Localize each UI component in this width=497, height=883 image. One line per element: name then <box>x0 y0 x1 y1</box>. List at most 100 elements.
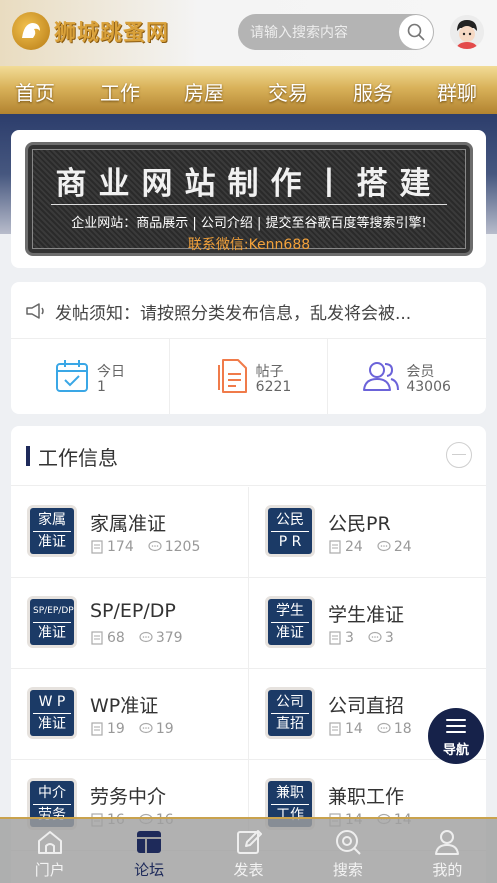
forum-item[interactable]: 公民 P R 公民PR 24 24 <box>248 487 486 578</box>
stat-members: 会员 43006 <box>328 339 486 414</box>
reply-count: 18 <box>393 721 412 737</box>
forum-name: 学生准证 <box>328 604 405 626</box>
notice-bar[interactable]: 发帖须知：请按照分类发布信息，乱发将会被... <box>25 298 476 324</box>
forum-item[interactable]: W P 准证 WP准证 19 19 <box>11 669 248 760</box>
stat-value: 43006 <box>406 379 451 395</box>
forum-meta: 3 3 <box>328 630 394 646</box>
stats-row: 今日 1 帖子 6221 会员 43006 <box>11 339 486 414</box>
top-header: 狮城跳蚤网 <box>0 0 497 66</box>
avatar-icon <box>450 15 484 49</box>
forum-badge-icon: 学生 准证 <box>265 596 315 648</box>
user-avatar[interactable] <box>450 15 484 49</box>
section-header: 工作信息 <box>11 426 486 486</box>
search-icon <box>407 23 425 41</box>
section-title: 工作信息 <box>38 446 118 470</box>
forum-meta: 24 24 <box>328 539 412 555</box>
forum-item[interactable]: 家属 准证 家属准证 174 1205 <box>11 487 248 578</box>
users-icon <box>363 362 400 391</box>
site-logo[interactable]: 狮城跳蚤网 <box>12 12 169 50</box>
forum-meta: 14 18 <box>328 721 412 737</box>
thread-count: 3 <box>345 630 354 646</box>
forum-meta: 19 19 <box>90 721 174 737</box>
main-nav: 首页 工作 房屋 交易 服务 群聊 <box>0 66 497 114</box>
thread-count-icon <box>329 631 341 645</box>
notice-card: 发帖须知：请按照分类发布信息，乱发将会被... 今日 1 帖子 6221 会员 … <box>11 282 486 414</box>
banner-subtitle: 企业网站：商品展示 | 公司介绍 | 提交至谷歌百度等搜索引擎! <box>71 216 427 231</box>
floating-nav-button[interactable]: 导航 <box>428 708 484 764</box>
banner-background: 商业网站制作丨搭建 企业网站：商品展示 | 公司介绍 | 提交至谷歌百度等搜索引… <box>32 149 466 253</box>
floating-nav-label: 导航 <box>442 743 469 758</box>
tab-portal[interactable]: 门户 <box>0 819 99 883</box>
user-icon <box>435 830 460 855</box>
stat-posts: 帖子 6221 <box>170 339 329 414</box>
reply-count: 379 <box>155 630 183 646</box>
forum-name: 劳务中介 <box>90 786 167 808</box>
nav-item-housing[interactable]: 房屋 <box>184 77 224 106</box>
thread-count-icon <box>329 540 341 554</box>
reply-count-icon <box>368 631 382 643</box>
forum-badge-icon: 公民 P R <box>265 505 315 557</box>
forum-icon-top: SP/EP/DP <box>33 606 74 616</box>
tab-forum[interactable]: 论坛 <box>99 819 198 883</box>
tab-label: 论坛 <box>134 861 165 879</box>
tab-search[interactable]: 搜索 <box>298 819 397 883</box>
forum-icon-bottom: P R <box>278 534 302 550</box>
menu-icon <box>446 719 466 737</box>
nav-item-jobs[interactable]: 工作 <box>100 77 140 106</box>
tab-label: 搜索 <box>332 861 363 879</box>
thread-count: 14 <box>345 721 363 737</box>
tab-mine[interactable]: 我的 <box>398 819 497 883</box>
forum-meta: 174 1205 <box>90 539 200 555</box>
forum-icon-top: 家属 <box>38 512 66 528</box>
thread-count-icon <box>91 631 103 645</box>
forum-name: 家属准证 <box>90 513 167 535</box>
forum-name: 公司直招 <box>328 695 405 717</box>
forum-meta: 68 379 <box>90 630 183 646</box>
nav-item-group-chat[interactable]: 群聊 <box>437 77 477 106</box>
reply-count-icon <box>148 540 162 552</box>
megaphone-icon <box>26 303 44 319</box>
reply-count: 3 <box>384 630 394 646</box>
thread-count-icon <box>91 722 103 736</box>
forum-icon <box>137 831 162 853</box>
search-icon <box>335 830 361 855</box>
site-name: 狮城跳蚤网 <box>54 20 170 46</box>
forum-icon-top: 中介 <box>38 785 66 801</box>
bottom-tab-bar: 门户 论坛 发表 搜索 我的 <box>0 817 497 883</box>
forum-section-card: 工作信息 家属 准证 家属准证 174 1205 公民 P R 公民PR 24 … <box>11 426 486 883</box>
thread-count-icon <box>329 722 341 736</box>
reply-count-icon <box>377 540 391 552</box>
forum-item[interactable]: SP/EP/DP 准证 SP/EP/DP 68 379 <box>11 578 248 669</box>
stat-today: 今日 1 <box>11 339 170 414</box>
nav-item-services[interactable]: 服务 <box>353 77 393 106</box>
ad-banner[interactable]: 商业网站制作丨搭建 企业网站：商品展示 | 公司介绍 | 提交至谷歌百度等搜索引… <box>25 142 473 256</box>
notice-text: 发帖须知：请按照分类发布信息，乱发将会被... <box>55 303 412 324</box>
forum-item[interactable]: 学生 准证 学生准证 3 3 <box>248 578 486 669</box>
forum-badge-icon: SP/EP/DP 准证 <box>27 596 77 648</box>
reply-count-icon <box>139 722 153 734</box>
forum-badge-icon: W P 准证 <box>27 687 77 739</box>
calendar-check-icon <box>56 360 88 392</box>
forum-icon-bottom: 直招 <box>276 716 304 732</box>
forum-icon-top: 公民 <box>276 512 304 528</box>
forum-icon-top: 兼职 <box>276 785 304 801</box>
forum-badge-icon: 公司 直招 <box>265 687 315 739</box>
collapse-icon[interactable] <box>446 442 472 468</box>
forum-icon-top: W P <box>38 694 66 710</box>
section-accent-bar <box>26 446 30 466</box>
nav-item-trade[interactable]: 交易 <box>268 77 308 106</box>
forum-icon-bottom: 准证 <box>38 534 66 550</box>
stat-value: 1 <box>97 379 106 395</box>
reply-count: 1205 <box>164 539 201 555</box>
forum-icon-bottom: 准证 <box>38 625 66 641</box>
nav-item-home[interactable]: 首页 <box>15 77 55 106</box>
search-input[interactable] <box>250 14 400 50</box>
banner-card: 商业网站制作丨搭建 企业网站：商品展示 | 公司介绍 | 提交至谷歌百度等搜索引… <box>11 130 486 268</box>
thread-count: 174 <box>107 539 134 555</box>
tab-label: 发表 <box>233 861 264 879</box>
tab-post[interactable]: 发表 <box>199 819 298 883</box>
forum-name: 兼职工作 <box>328 786 405 808</box>
search-button[interactable] <box>399 15 433 49</box>
document-icon <box>217 359 247 393</box>
tab-label: 门户 <box>34 861 65 879</box>
